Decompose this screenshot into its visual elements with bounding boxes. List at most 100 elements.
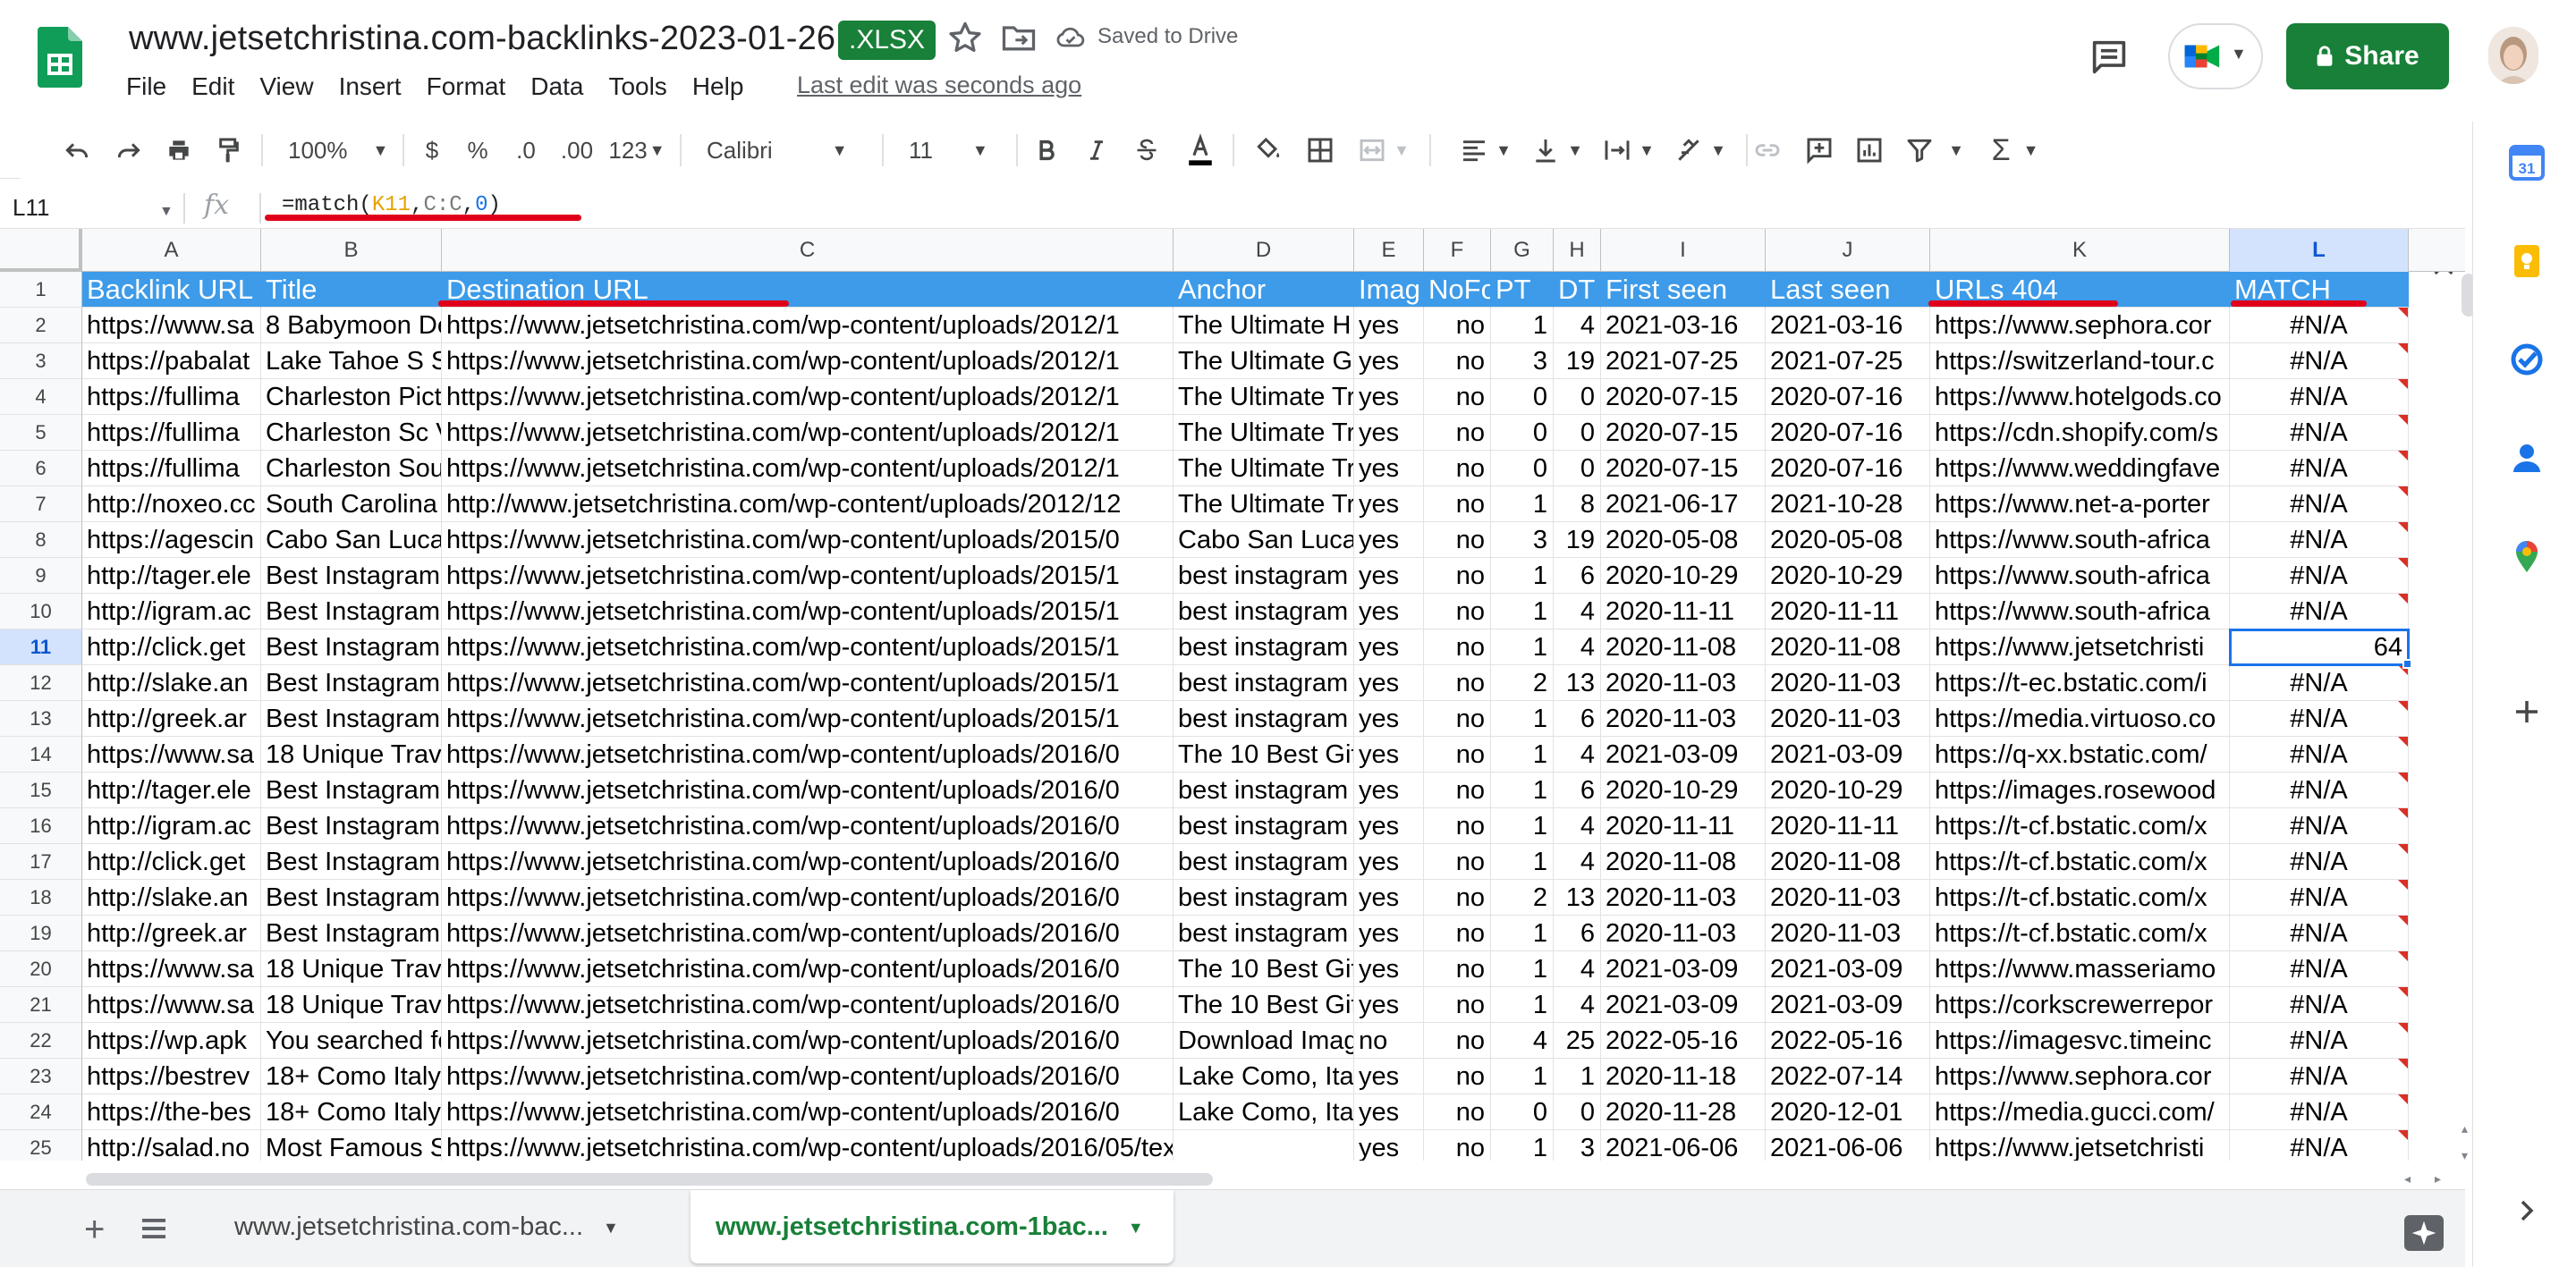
cell-h[interactable]: 6 bbox=[1554, 773, 1601, 808]
cell-k[interactable]: https://media.gucci.com/ bbox=[1930, 1094, 2230, 1130]
cell-i[interactable]: 2020-11-28 bbox=[1601, 1094, 1766, 1130]
cell-i[interactable]: 2020-11-08 bbox=[1601, 844, 1766, 880]
formula-input[interactable]: =match(K11,C:C,0) bbox=[282, 193, 501, 217]
cell-b[interactable]: Best Instagram bbox=[261, 558, 442, 594]
cell-l[interactable]: #N/A bbox=[2230, 308, 2409, 343]
cell-g[interactable]: 0 bbox=[1491, 451, 1554, 486]
cell-g[interactable]: 1 bbox=[1491, 916, 1554, 951]
row-number[interactable]: 8 bbox=[0, 522, 82, 558]
cell-i[interactable]: 2020-11-03 bbox=[1601, 916, 1766, 951]
chevron-right-icon[interactable] bbox=[2509, 1193, 2545, 1229]
explore-button[interactable] bbox=[2404, 1215, 2444, 1251]
document-title[interactable]: www.jetsetchristina.com-backlinks-2023-0… bbox=[129, 20, 835, 58]
cell-e[interactable]: yes bbox=[1354, 629, 1424, 665]
cell-c[interactable]: https://www.jetsetchristina.com/wp-conte… bbox=[442, 1094, 1174, 1130]
header-cell[interactable]: Backlink URL bbox=[82, 272, 261, 308]
menu-edit[interactable]: Edit bbox=[179, 69, 247, 105]
cell-e[interactable]: yes bbox=[1354, 451, 1424, 486]
percent-format-button[interactable]: % bbox=[462, 132, 494, 168]
cell-b[interactable]: 18 Unique Trav bbox=[261, 951, 442, 987]
cell-b[interactable]: Best Instagram bbox=[261, 594, 442, 629]
cell-j[interactable]: 2020-11-03 bbox=[1766, 701, 1930, 737]
cell-e[interactable]: yes bbox=[1354, 1094, 1424, 1130]
cell-a[interactable]: https://wp.apk bbox=[82, 1023, 261, 1059]
cell-a[interactable]: https://fullima bbox=[82, 451, 261, 486]
cell-j[interactable]: 2021-10-28 bbox=[1766, 486, 1930, 522]
bold-button[interactable] bbox=[1030, 132, 1063, 168]
cell-a[interactable]: http://click.get bbox=[82, 844, 261, 880]
cell-g[interactable]: 4 bbox=[1491, 1023, 1554, 1059]
cell-k[interactable]: https://t-cf.bstatic.com/x bbox=[1930, 844, 2230, 880]
cell-k[interactable]: https://www.weddingfave bbox=[1930, 451, 2230, 486]
cell-k[interactable]: https://cdn.shopify.com/s bbox=[1930, 415, 2230, 451]
cell-l[interactable]: #N/A bbox=[2230, 880, 2409, 916]
cell-l[interactable]: #N/A bbox=[2230, 522, 2409, 558]
column-header-f[interactable]: F bbox=[1424, 229, 1491, 272]
cell-k[interactable]: https://switzerland-tour.c bbox=[1930, 343, 2230, 379]
cell-e[interactable]: yes bbox=[1354, 701, 1424, 737]
cell-h[interactable]: 0 bbox=[1554, 415, 1601, 451]
cell-b[interactable]: South Carolina bbox=[261, 486, 442, 522]
cell-e[interactable]: yes bbox=[1354, 987, 1424, 1023]
cell-j[interactable]: 2020-11-08 bbox=[1766, 844, 1930, 880]
column-header-k[interactable]: K bbox=[1930, 229, 2230, 272]
horizontal-align-button[interactable]: ▼ bbox=[1454, 132, 1517, 168]
cell-a[interactable]: http://tager.ele bbox=[82, 558, 261, 594]
print-button[interactable] bbox=[161, 132, 197, 168]
cell-c[interactable]: http://www.jetsetchristina.com/wp-conten… bbox=[442, 486, 1174, 522]
font-family-select[interactable]: Calibri ▼ bbox=[707, 132, 868, 168]
cell-i[interactable]: 2020-10-29 bbox=[1601, 773, 1766, 808]
cell-i[interactable]: 2020-11-08 bbox=[1601, 629, 1766, 665]
cell-e[interactable]: yes bbox=[1354, 558, 1424, 594]
cell-k[interactable]: https://www.sephora.cor bbox=[1930, 1059, 2230, 1094]
more-formats-button[interactable]: 123 ▼ bbox=[608, 132, 665, 168]
column-header-c[interactable]: C bbox=[442, 229, 1174, 272]
cell-g[interactable]: 1 bbox=[1491, 951, 1554, 987]
cell-g[interactable]: 3 bbox=[1491, 343, 1554, 379]
cell-k[interactable]: https://t-cf.bstatic.com/x bbox=[1930, 916, 2230, 951]
row-number[interactable]: 11 bbox=[0, 629, 82, 665]
cell-d[interactable]: The Ultimate Tr bbox=[1174, 486, 1354, 522]
cell-g[interactable]: 1 bbox=[1491, 737, 1554, 773]
cell-e[interactable]: yes bbox=[1354, 308, 1424, 343]
cell-a[interactable]: https://www.sa bbox=[82, 951, 261, 987]
cell-h[interactable]: 25 bbox=[1554, 1023, 1601, 1059]
cell-d[interactable]: best instagram bbox=[1174, 844, 1354, 880]
cell-g[interactable]: 3 bbox=[1491, 522, 1554, 558]
share-button[interactable]: Share bbox=[2286, 23, 2449, 89]
cell-l[interactable]: #N/A bbox=[2230, 951, 2409, 987]
cell-e[interactable]: yes bbox=[1354, 844, 1424, 880]
cell-f[interactable]: no bbox=[1424, 701, 1491, 737]
chevron-down-icon[interactable]: ▼ bbox=[159, 204, 174, 220]
cell-i[interactable]: 2021-06-06 bbox=[1601, 1130, 1766, 1161]
header-cell[interactable]: PT bbox=[1491, 272, 1554, 308]
cell-h[interactable]: 3 bbox=[1554, 1130, 1601, 1161]
row-number[interactable]: 6 bbox=[0, 451, 82, 486]
cell-d[interactable]: The 10 Best Gif bbox=[1174, 737, 1354, 773]
user-avatar[interactable] bbox=[2488, 27, 2538, 84]
cell-e[interactable]: yes bbox=[1354, 522, 1424, 558]
cell-k[interactable]: https://www.net-a-porter bbox=[1930, 486, 2230, 522]
header-cell[interactable]: First seen bbox=[1601, 272, 1766, 308]
cell-g[interactable]: 0 bbox=[1491, 379, 1554, 415]
cell-d[interactable]: The 10 Best Gif bbox=[1174, 987, 1354, 1023]
cell-g[interactable]: 1 bbox=[1491, 1130, 1554, 1161]
cell-c[interactable]: https://www.jetsetchristina.com/wp-conte… bbox=[442, 737, 1174, 773]
row-number[interactable]: 17 bbox=[0, 844, 82, 880]
cell-i[interactable]: 2020-11-03 bbox=[1601, 701, 1766, 737]
menu-format[interactable]: Format bbox=[414, 69, 519, 105]
increase-decimal-button[interactable]: .00 bbox=[555, 132, 599, 168]
cell-e[interactable]: yes bbox=[1354, 951, 1424, 987]
cell-j[interactable]: 2020-11-03 bbox=[1766, 916, 1930, 951]
cell-h[interactable]: 19 bbox=[1554, 522, 1601, 558]
cell-l[interactable]: #N/A bbox=[2230, 558, 2409, 594]
row-number[interactable]: 3 bbox=[0, 343, 82, 379]
cell-j[interactable]: 2020-11-11 bbox=[1766, 808, 1930, 844]
row-number[interactable]: 10 bbox=[0, 594, 82, 629]
cell-b[interactable]: 18 Unique Trav bbox=[261, 737, 442, 773]
cell-h[interactable]: 0 bbox=[1554, 451, 1601, 486]
cell-l[interactable]: #N/A bbox=[2230, 916, 2409, 951]
cell-j[interactable]: 2021-07-25 bbox=[1766, 343, 1930, 379]
cell-k[interactable]: https://corkscrewerrepor bbox=[1930, 987, 2230, 1023]
row-number[interactable]: 13 bbox=[0, 701, 82, 737]
